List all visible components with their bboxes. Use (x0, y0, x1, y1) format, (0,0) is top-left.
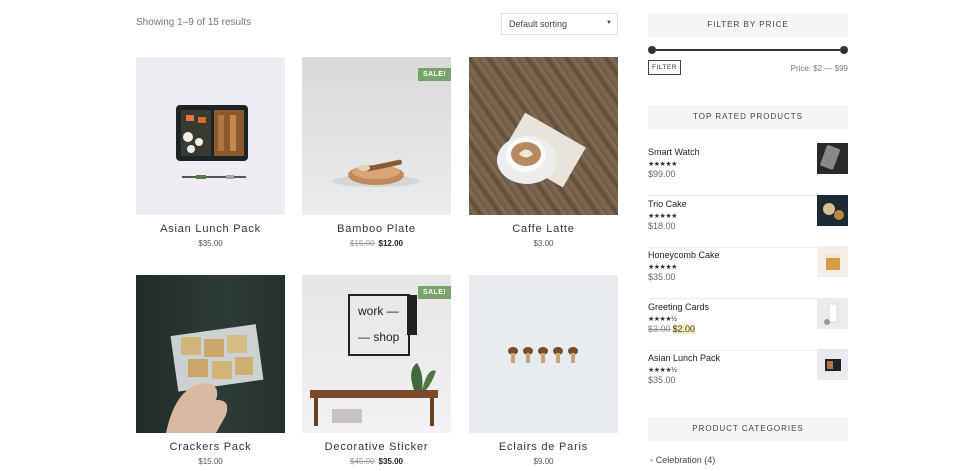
top-rated-price: $35.00 (648, 272, 676, 282)
product-card[interactable]: work — — shop SALE! Decorative Sticker $… (302, 275, 451, 466)
current-price: $2.00 (672, 324, 696, 334)
current-price: $9.00 (533, 457, 554, 466)
filter-button[interactable]: FILTER (648, 60, 681, 75)
current-price: $3.00 (533, 239, 554, 248)
top-rated-item[interactable]: Asian Lunch Pack ★★★★½ $35.00 (648, 349, 848, 401)
product-image[interactable] (136, 57, 285, 215)
filter-by-price-title: FILTER BY PRICE (648, 13, 848, 37)
old-price: $3.00 (648, 324, 671, 334)
product-image[interactable] (469, 275, 618, 433)
old-price: $15.00 (350, 239, 375, 248)
chevron-down-icon: ▼ (606, 20, 612, 26)
category-label[interactable]: Celebration (4) (656, 455, 716, 465)
current-price: $18.00 (648, 221, 676, 231)
product-image[interactable]: SALE! (302, 57, 451, 215)
current-price: $15.00 (198, 457, 223, 466)
top-rated-thumb[interactable] (817, 298, 848, 329)
top-rated-thumb[interactable] (817, 246, 848, 277)
product-card[interactable]: Eclairs de Paris $9.00 (469, 275, 618, 466)
product-price: $35.00 (136, 239, 285, 248)
price-slider-max-handle[interactable] (840, 46, 848, 54)
product-price: $9.00 (469, 457, 618, 466)
current-price: $35.00 (648, 375, 676, 385)
star-rating: ★★★★★ (648, 264, 677, 271)
crackers-image (166, 324, 264, 433)
product-price: $15.00 $12.00 (302, 239, 451, 248)
bento-image (176, 105, 248, 179)
product-title[interactable]: Caffe Latte (469, 223, 618, 235)
results-count: Showing 1–9 of 15 results (136, 17, 252, 28)
top-rated-title: TOP RATED PRODUCTS (648, 105, 848, 129)
product-price: $15.00 (136, 457, 285, 466)
old-price: $45.00 (350, 457, 375, 466)
product-card[interactable]: SALE! Bamboo Plate $15.00 $12.00 (302, 57, 451, 248)
top-rated-name[interactable]: Asian Lunch Pack (648, 353, 720, 363)
current-price: $12.00 (378, 239, 403, 248)
product-card[interactable]: Caffe Latte $3.00 (469, 57, 618, 248)
top-rated-price: $99.00 (648, 169, 676, 179)
star-rating: ★★★★½ (648, 316, 677, 323)
sale-badge: SALE! (418, 68, 451, 81)
coffee-image (497, 112, 586, 188)
current-price: $35.00 (648, 272, 676, 282)
sticker-text-shop: — shop (358, 330, 400, 344)
product-title[interactable]: Decorative Sticker (302, 441, 451, 453)
product-image[interactable] (469, 57, 618, 215)
product-title[interactable]: Bamboo Plate (302, 223, 451, 235)
current-price: $35.00 (378, 457, 403, 466)
product-image[interactable]: work — — shop SALE! (302, 275, 451, 433)
product-price: $3.00 (469, 239, 618, 248)
top-rated-item[interactable]: Smart Watch ★★★★★ $99.00 (648, 143, 848, 196)
top-rated-name[interactable]: Trio Cake (648, 199, 687, 209)
top-rated-item[interactable]: Trio Cake ★★★★★ $18.00 (648, 195, 848, 248)
top-rated-name[interactable]: Smart Watch (648, 147, 700, 157)
eclairs-image (508, 347, 578, 363)
product-image[interactable] (136, 275, 285, 433)
product-title[interactable]: Crackers Pack (136, 441, 285, 453)
top-rated-thumb[interactable] (817, 195, 848, 226)
sort-selected-label: Default sorting (509, 19, 568, 29)
top-rated-price: $35.00 (648, 375, 676, 385)
top-rated-name[interactable]: Honeycomb Cake (648, 250, 720, 260)
current-price: $99.00 (648, 169, 676, 179)
top-rated-item[interactable]: Greeting Cards ★★★★½ $3.00 $2.00 (648, 298, 848, 351)
top-rated-thumb[interactable] (817, 143, 848, 174)
price-slider-min-handle[interactable] (648, 46, 656, 54)
price-range-label: Price: $2 — $99 (790, 64, 848, 73)
category-item[interactable]: ◦ Celebration (4) (650, 455, 715, 465)
price-slider-track[interactable] (651, 49, 844, 51)
sort-select[interactable]: Default sorting ▼ (501, 13, 618, 35)
product-title[interactable]: Asian Lunch Pack (136, 223, 285, 235)
product-title[interactable]: Eclairs de Paris (469, 441, 618, 453)
top-rated-thumb[interactable] (817, 349, 848, 380)
current-price: $35.00 (198, 239, 223, 248)
sale-badge: SALE! (418, 286, 451, 299)
product-categories-title: PRODUCT CATEGORIES (648, 417, 848, 441)
top-rated-price: $18.00 (648, 221, 676, 231)
product-card[interactable]: Asian Lunch Pack $35.00 (136, 57, 285, 248)
star-rating: ★★★★★ (648, 213, 677, 220)
star-rating: ★★★★★ (648, 161, 677, 168)
sticker-text-work: work — (357, 304, 399, 318)
product-price: $45.00 $35.00 (302, 457, 451, 466)
product-card[interactable]: Crackers Pack $15.00 (136, 275, 285, 466)
top-rated-name[interactable]: Greeting Cards (648, 302, 709, 312)
top-rated-item[interactable]: Honeycomb Cake ★★★★★ $35.00 (648, 246, 848, 299)
star-rating: ★★★★½ (648, 367, 677, 374)
top-rated-price: $3.00 $2.00 (648, 324, 696, 334)
